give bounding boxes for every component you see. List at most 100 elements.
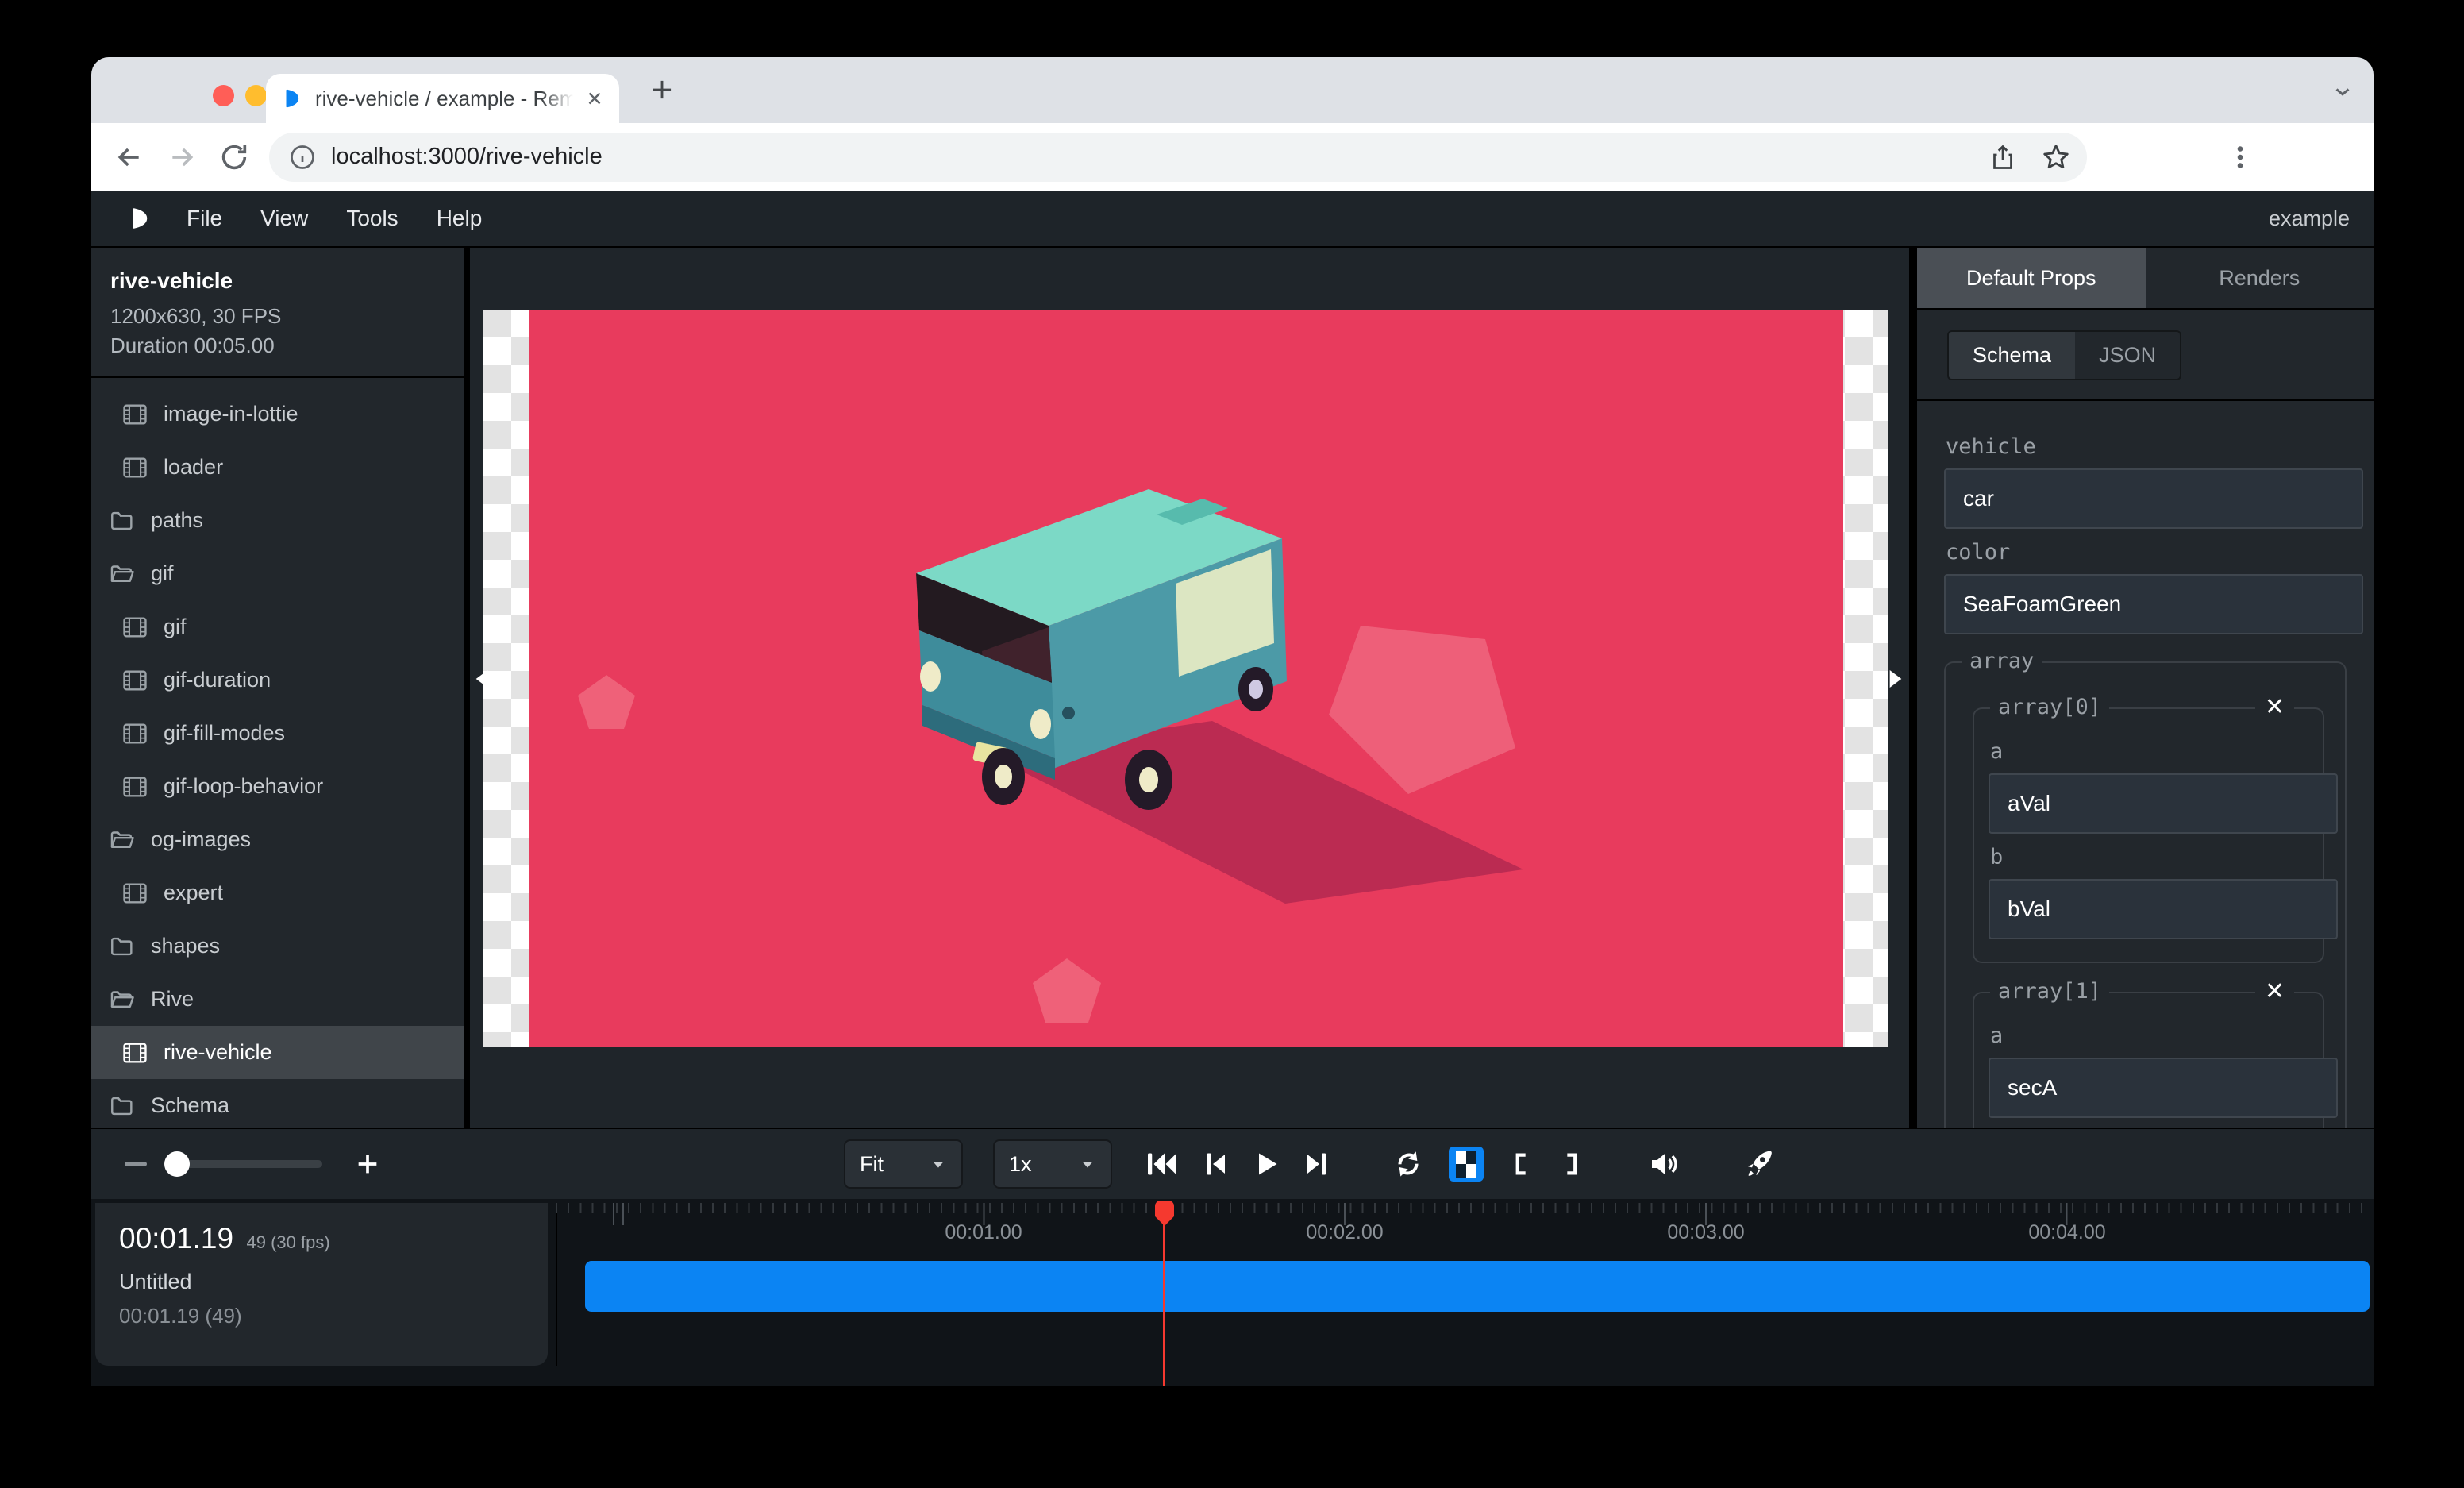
composition-list: image-in-lottie loader paths gif gif gif…	[91, 378, 464, 1128]
zoom-in-icon[interactable]	[354, 1151, 381, 1178]
array-fieldset: array array[0] ✕ a b array[1] ✕ a	[1944, 661, 2347, 1128]
frame-info: 49 (30 fps)	[246, 1232, 329, 1252]
ruler-label: 00:04.00	[2028, 1221, 2105, 1244]
collapse-left-panel-icon[interactable]	[473, 669, 491, 689]
next-frame-icon[interactable]	[1304, 1150, 1330, 1178]
canvas-size-select[interactable]: Fit	[844, 1139, 963, 1189]
sidebar-item-rive-folder[interactable]: Rive	[91, 973, 464, 1026]
folder-icon	[109, 1093, 136, 1120]
loop-icon[interactable]	[1392, 1148, 1425, 1180]
tab-favicon-remotion-icon	[280, 87, 304, 110]
out-point-bracket-icon[interactable]	[1558, 1148, 1585, 1180]
playback-speed-select[interactable]: 1x	[993, 1139, 1112, 1189]
render-rocket-icon[interactable]	[1742, 1147, 1777, 1182]
url-bar[interactable]: localhost:3000/rive-vehicle	[269, 133, 2087, 182]
a-label: a	[1990, 739, 2308, 764]
sidebar-item-gif-duration[interactable]: gif-duration	[91, 653, 464, 707]
remove-array-0-icon[interactable]: ✕	[2255, 693, 2294, 721]
browser-tab[interactable]: rive-vehicle / example - Remot	[266, 74, 619, 123]
sidebar-item-shapes[interactable]: shapes	[91, 919, 464, 973]
color-field[interactable]	[1944, 574, 2363, 634]
folder-open-icon	[109, 827, 136, 854]
site-info-icon[interactable]	[288, 143, 317, 172]
sidebar-item-label: og-images	[151, 827, 251, 852]
array-0-fieldset: array[0] ✕ a b	[1973, 707, 2324, 963]
reload-icon[interactable]	[217, 140, 252, 175]
color-label: color	[1946, 540, 2347, 565]
transparency-checkerboard-icon[interactable]	[1449, 1147, 1484, 1182]
tab-default-props[interactable]: Default Props	[1917, 248, 2146, 308]
sidebar-item-label: image-in-lottie	[164, 402, 298, 426]
volume-icon[interactable]	[1647, 1148, 1681, 1180]
film-icon	[121, 614, 148, 641]
sidebar-item-gif[interactable]: gif	[91, 600, 464, 653]
new-tab-button[interactable]	[647, 75, 677, 105]
size-select-value: Fit	[860, 1152, 884, 1177]
menu-help[interactable]: Help	[437, 206, 483, 231]
sidebar-item-label: gif-loop-behavior	[164, 774, 323, 799]
props-panel: Default Props Renders Schema JSON vehicl…	[1917, 248, 2374, 1128]
bookmark-star-icon[interactable]	[2041, 142, 2071, 172]
timeline-ruler[interactable]: 00:01.00 00:02.00 00:03.00 00:04.00	[556, 1199, 2370, 1247]
sidebar-item-gif-loop-behavior[interactable]: gif-loop-behavior	[91, 760, 464, 813]
sidebar-item-gif-fill-modes[interactable]: gif-fill-modes	[91, 707, 464, 760]
previous-frame-icon[interactable]	[1203, 1150, 1228, 1178]
url-text: localhost:3000/rive-vehicle	[331, 144, 1989, 170]
browser-window: rive-vehicle / example - Remot localhost…	[91, 57, 2374, 1459]
menu-tools[interactable]: Tools	[346, 206, 398, 231]
menu-file[interactable]: File	[187, 206, 222, 231]
sidebar-item-paths[interactable]: paths	[91, 494, 464, 547]
sidebar-item-rive-vehicle[interactable]: rive-vehicle	[91, 1026, 464, 1079]
array-1-a-field[interactable]	[1989, 1058, 2338, 1118]
window-bottom-spacer	[91, 1386, 2374, 1459]
tab-close-icon[interactable]	[584, 88, 605, 109]
composition-resolution: 1200x630, 30 FPS	[110, 302, 445, 331]
film-icon	[121, 773, 148, 800]
sidebar-item-expert[interactable]: expert	[91, 866, 464, 919]
remove-array-1-icon[interactable]: ✕	[2255, 977, 2294, 1005]
sidebar-item-gif-folder[interactable]: gif	[91, 547, 464, 600]
film-icon	[121, 720, 148, 747]
compositions-sidebar: rive-vehicle 1200x630, 30 FPS Duration 0…	[91, 248, 468, 1128]
folder-icon	[109, 933, 136, 960]
sidebar-item-label: gif	[151, 561, 174, 586]
close-window-button[interactable]	[213, 85, 234, 106]
skip-to-start-icon[interactable]	[1145, 1150, 1179, 1178]
zoom-out-icon[interactable]	[125, 1162, 147, 1166]
sidebar-item-label: gif	[164, 615, 187, 639]
menu-view[interactable]: View	[260, 206, 308, 231]
tab-list-chevron-icon[interactable]	[2331, 79, 2354, 103]
in-point-bracket-icon[interactable]	[1507, 1148, 1534, 1180]
canvas-zoom-slider[interactable]	[175, 1160, 322, 1168]
play-icon[interactable]	[1252, 1150, 1280, 1178]
share-icon[interactable]	[1989, 143, 2017, 172]
array-0-b-field[interactable]	[1989, 879, 2338, 939]
video-frame	[483, 310, 1888, 1047]
toggle-json[interactable]: JSON	[2075, 332, 2180, 379]
minimize-window-button[interactable]	[245, 85, 267, 106]
sidebar-item-label: gif-duration	[164, 668, 271, 692]
b-label: b	[1990, 845, 2308, 869]
remotion-logo-icon	[126, 205, 153, 232]
zoom-slider-thumb[interactable]	[164, 1151, 190, 1177]
array-0-a-field[interactable]	[1989, 773, 2338, 834]
tab-renders[interactable]: Renders	[2146, 248, 2374, 308]
sidebar-item-label: Schema	[151, 1093, 229, 1118]
forward-icon[interactable]	[164, 140, 199, 175]
collapse-right-panel-icon[interactable]	[1887, 669, 1904, 689]
sidebar-item-schema[interactable]: Schema	[91, 1079, 464, 1128]
preview-canvas	[468, 248, 1917, 1128]
toggle-schema[interactable]: Schema	[1949, 332, 2075, 379]
sidebar-item-og-images[interactable]: og-images	[91, 813, 464, 866]
composition-duration: Duration 00:05.00	[110, 331, 445, 360]
app-menubar: File View Tools Help example	[91, 191, 2374, 248]
vehicle-label: vehicle	[1946, 434, 2347, 459]
sidebar-item-image-in-lottie[interactable]: image-in-lottie	[91, 387, 464, 441]
ruler-label: 00:01.00	[945, 1221, 1022, 1244]
timeline-track-bar[interactable]	[585, 1261, 2370, 1312]
vehicle-field[interactable]	[1944, 468, 2363, 529]
film-icon	[121, 1039, 148, 1066]
back-icon[interactable]	[112, 140, 147, 175]
browser-menu-kebab-icon[interactable]	[2226, 143, 2254, 172]
sidebar-item-loader[interactable]: loader	[91, 441, 464, 494]
